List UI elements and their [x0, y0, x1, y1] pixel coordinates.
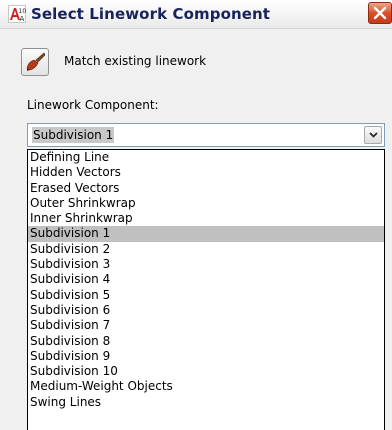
- dropdown-option[interactable]: Swing Lines: [28, 395, 384, 410]
- close-button[interactable]: [368, 2, 392, 24]
- dropdown-option[interactable]: Subdivision 10: [28, 364, 384, 379]
- dropdown-option[interactable]: Erased Vectors: [28, 181, 384, 196]
- svg-text:A: A: [20, 15, 25, 23]
- match-existing-linework-button[interactable]: [21, 48, 49, 76]
- dropdown-option[interactable]: Subdivision 2: [28, 242, 384, 257]
- dropdown-option[interactable]: Subdivision 5: [28, 288, 384, 303]
- match-existing-linework-label[interactable]: Match existing linework: [64, 54, 206, 68]
- dropdown-option[interactable]: Defining Line: [28, 150, 384, 165]
- combobox-dropdown-button[interactable]: [364, 126, 382, 144]
- dropdown-option[interactable]: Inner Shrinkwrap: [28, 211, 384, 226]
- linework-component-combobox[interactable]: Subdivision 1: [27, 123, 385, 147]
- dropdown-option[interactable]: Subdivision 4: [28, 272, 384, 287]
- svg-text:10: 10: [19, 8, 27, 15]
- combobox-selected-value[interactable]: Subdivision 1: [32, 127, 115, 143]
- dropdown-option[interactable]: Subdivision 9: [28, 349, 384, 364]
- dropdown-option[interactable]: Hidden Vectors: [28, 165, 384, 180]
- dropdown-option[interactable]: Subdivision 3: [28, 257, 384, 272]
- dropdown-option[interactable]: Subdivision 6: [28, 303, 384, 318]
- autocad-architecture-icon: 10 A: [8, 5, 26, 23]
- linework-component-label: Linework Component:: [27, 98, 159, 112]
- dropdown-option[interactable]: Medium-Weight Objects: [28, 379, 384, 394]
- close-icon: [369, 6, 391, 27]
- dropdown-option[interactable]: Outer Shrinkwrap: [28, 196, 384, 211]
- dialog-title: Select Linework Component: [31, 5, 271, 23]
- linework-component-dropdown-list[interactable]: Defining Line Hidden Vectors Erased Vector…: [27, 149, 385, 430]
- dropdown-option[interactable]: Subdivision 7: [28, 318, 384, 333]
- dropdown-option[interactable]: Subdivision 8: [28, 334, 384, 349]
- title-bar[interactable]: 10 A Select Linework Component: [0, 0, 392, 29]
- dropdown-option[interactable]: Subdivision 1: [28, 226, 384, 242]
